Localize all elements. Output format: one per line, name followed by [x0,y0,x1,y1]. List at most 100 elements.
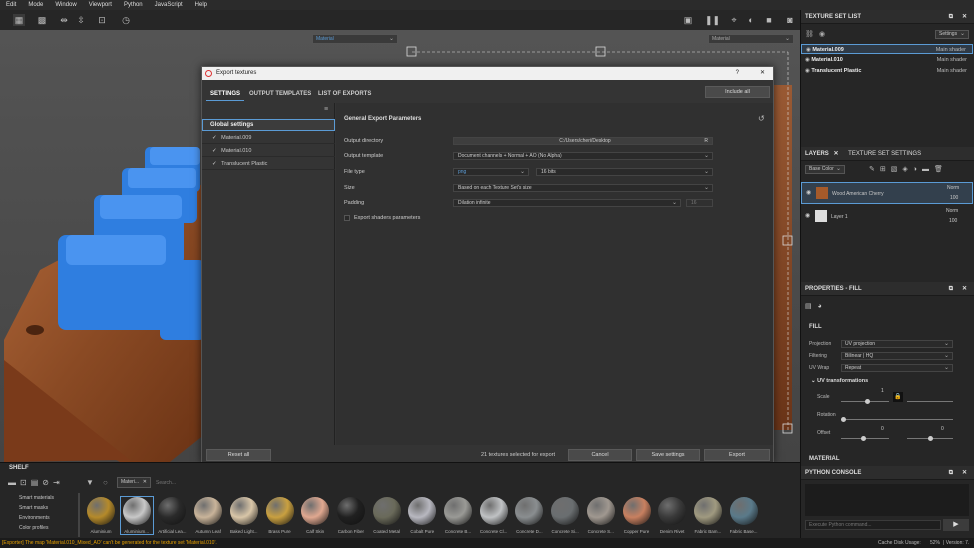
scale-slider-track-y[interactable] [907,401,953,402]
size-select[interactable]: Based on each Texture Set's size ⌄ [453,184,713,192]
folder-browse-icon[interactable]: R [704,138,708,144]
menu-python[interactable]: Python [118,2,149,8]
eye-icon[interactable]: ◉ [801,68,810,74]
maximize-icon[interactable]: ⧉ [949,10,953,24]
texture-set-row[interactable]: ◉ Material.010 Main shader [801,55,973,65]
tab-layers[interactable]: LAYERS [805,151,829,157]
filter-circle-icon[interactable]: ○ [103,478,108,487]
cancel-button[interactable]: Cancel [568,449,632,461]
uv-transformations-toggle[interactable]: ⌄ UV transformations [811,378,868,384]
material-thumbnail[interactable]: Carbon Fiber [335,497,367,534]
layer-opacity[interactable]: 100 [949,218,957,224]
texture-set-settings-dropdown[interactable]: Settings ⌄ [935,30,969,39]
help-button[interactable]: ? [736,67,739,80]
output-template-select[interactable]: Document channels + Normal + AO (No Alph… [453,152,713,160]
filter-tag[interactable]: Materi... ✕ [117,477,151,488]
new-item-icon[interactable]: ⊡ [20,478,31,487]
close-icon[interactable]: ✕ [760,67,765,80]
layer-row[interactable]: ◉ Layer 1 Norm 100 [801,206,973,228]
category-color-profiles[interactable]: Color profiles [19,525,76,531]
symmetry-x-icon[interactable]: ⇹ [58,14,70,26]
material-thumbnail[interactable]: Concrete Cl... [478,497,510,534]
display-icon[interactable]: ▣ [682,14,694,26]
layer-properties-icon[interactable]: ▤ [805,303,812,310]
hide-icon[interactable]: ⊘ [42,478,53,487]
maximize-icon[interactable]: ⧉ [949,282,953,296]
folder-icon[interactable]: ▬ [8,478,20,487]
material-thumbnail[interactable]: Artificial Lea... [156,497,188,534]
output-directory-field[interactable]: C:/Users/cheri/Desktop R [453,137,713,145]
filtering-select[interactable]: Bilinear | HQ ⌄ [841,352,953,360]
close-icon[interactable]: ✕ [962,466,967,480]
material-thumbnail[interactable]: Denim Rivet [656,497,688,534]
material-thumbnail[interactable]: Concrete D... [513,497,545,534]
blend-mode[interactable]: Norm [946,208,958,214]
material-thumbnail[interactable]: Brass Pure [264,497,296,534]
material-thumbnail[interactable]: Concrete B... [442,497,474,534]
eye-icon[interactable]: ◉ [806,189,811,196]
checkbox-checked-icon[interactable]: ✓ [212,161,217,167]
link-icon[interactable]: ⛓ [805,30,814,38]
close-icon[interactable]: ✕ [143,478,147,487]
global-settings-item[interactable]: Global settings [202,119,335,131]
shelf-scrollbar[interactable] [78,493,80,537]
menu-help[interactable]: Help [189,2,213,8]
tab-texture-set-settings[interactable]: TEXTURE SET SETTINGS [848,151,921,157]
maximize-icon[interactable]: ⧉ [949,466,953,480]
material-thumbnail[interactable]: Concrete S... [585,497,617,534]
rotation-slider-track[interactable] [841,419,953,420]
texture-set-row[interactable]: ◉ Translucent Plastic Main shader [801,66,973,76]
texture-set-row[interactable]: ◉ Material.009 Main shader [801,44,973,54]
close-icon[interactable]: ✕ [962,282,967,296]
list-icon[interactable]: ▤ [31,478,43,487]
category-environments[interactable]: Environments [19,515,76,521]
folder-icon[interactable]: ▬ [922,166,934,173]
video-icon[interactable]: ■ [763,14,775,26]
material-thumbnail[interactable]: Coated Metal [371,497,403,534]
category-smart-materials[interactable]: Smart materials [19,495,76,501]
trash-icon[interactable]: 🗑 [934,166,948,173]
eye-icon[interactable]: ◉ [805,212,810,219]
eye-icon[interactable]: ◉ [819,30,825,38]
material-properties-icon[interactable]: ◕ [818,303,822,310]
pause-icon[interactable]: ❚❚ [705,14,720,26]
sphere-icon[interactable]: ◐ [745,14,757,26]
menu-window[interactable]: Window [49,2,82,8]
camera-mode-icon[interactable]: ⌖ [728,14,740,26]
effects-icon[interactable]: ⊞ [880,166,891,173]
mask-icon[interactable]: ◑ [913,166,922,173]
eye-icon[interactable]: ◉ [801,57,810,63]
rotation-slider-knob[interactable] [841,417,846,422]
clock-icon[interactable]: ◷ [120,14,132,26]
screenshot-icon[interactable]: ◙ [784,14,796,26]
checkbox-checked-icon[interactable]: ✓ [212,135,217,141]
filter-icon[interactable]: ▼ [86,478,94,487]
menu-mode[interactable]: Mode [22,2,49,8]
material-thumbnail[interactable]: Aluminium [85,497,117,534]
tab-settings[interactable]: SETTINGS [210,91,240,97]
lock-icon[interactable]: 🔒 [893,392,903,402]
texture-set-item[interactable]: ✓ Material.009 [202,132,335,144]
shelf-search-input[interactable]: Search... [156,480,176,486]
reset-history-icon[interactable]: ↺ [758,114,765,123]
material-thumbnail[interactable]: Cobalt Pure [406,497,438,534]
material-thumbnail[interactable]: Copper Pure [621,497,653,534]
bit-depth-select[interactable]: 16 bits ⌄ [536,168,713,176]
layer-row[interactable]: ◉ Wood American Cherry Norm 100 [801,182,973,204]
checkbox-checked-icon[interactable]: ✓ [212,148,217,154]
texture-set-item[interactable]: ✓ Material.010 [202,145,335,157]
tab-list-of-exports[interactable]: LIST OF EXPORTS [318,91,371,97]
material-thumbnail[interactable]: Concrete Si... [549,497,581,534]
paint-icon[interactable]: ◈ [902,166,912,173]
padding-select[interactable]: Dilation infinite ⌄ [453,199,681,207]
blend-mode[interactable]: Norm [947,185,959,191]
menu-viewport[interactable]: Viewport [83,2,118,8]
material-thumbnail[interactable]: Fabric Base... [728,497,760,534]
padding-distance-field[interactable]: 16 [686,199,713,207]
run-icon[interactable]: ▶ [943,519,969,531]
reset-all-button[interactable]: Reset all [206,449,271,461]
category-smart-masks[interactable]: Smart masks [19,505,76,511]
export-button[interactable]: Export [704,449,770,461]
material-thumbnail[interactable]: Fabric Bam... [692,497,724,534]
offset-y-slider-knob[interactable] [928,436,933,441]
